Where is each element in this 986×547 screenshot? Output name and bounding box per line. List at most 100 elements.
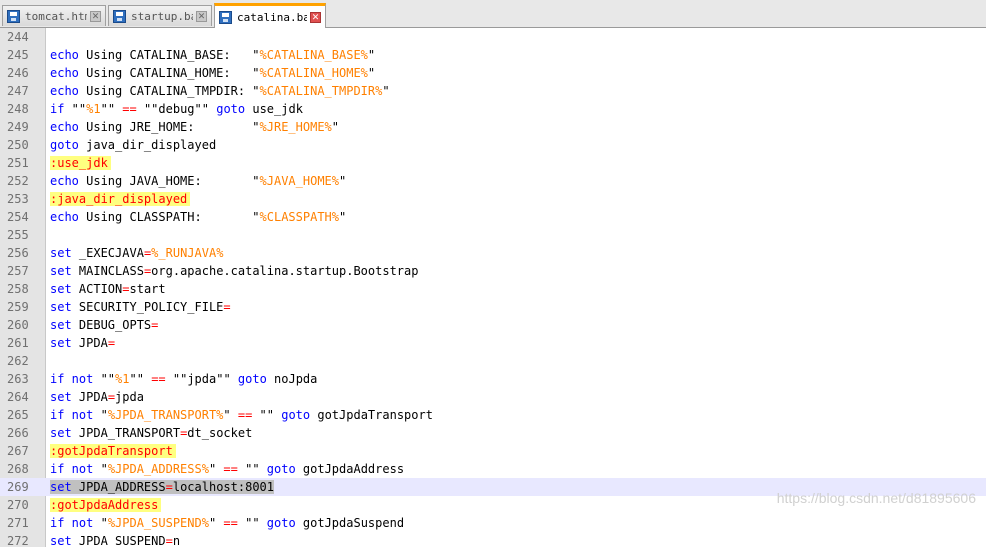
code-line[interactable]: 271 if not "%JPDA_SUSPEND%" == "" goto go…: [0, 514, 986, 532]
code-line[interactable]: 263 if not ""%1"" == ""jpda"" goto noJpda: [0, 370, 986, 388]
code-token: ==: [122, 102, 137, 116]
code-token: :gotJpdaAddress: [50, 498, 162, 512]
code-line[interactable]: 268 if not "%JPDA_ADDRESS%" == "" goto go…: [0, 460, 986, 478]
code-token: Using JAVA_HOME: ": [78, 174, 260, 188]
code-token: ": [93, 516, 108, 530]
code-line[interactable]: 248 if ""%1"" == ""debug"" goto use_jdk: [0, 100, 986, 118]
tab-startup-bat[interactable]: startup.bat ✕: [108, 5, 212, 26]
code-line[interactable]: 261 set JPDA=: [0, 334, 986, 352]
code-token: :gotJpdaTransport: [50, 444, 176, 458]
code-token: %JAVA_HOME%: [259, 174, 340, 188]
code-text: if ""%1"" == ""debug"" goto use_jdk: [50, 100, 303, 118]
tab-label: startup.bat: [131, 9, 193, 23]
code-text: set JPDA_TRANSPORT=dt_socket: [50, 424, 252, 442]
code-token: %JPDA_ADDRESS%: [107, 462, 209, 476]
code-text: set ACTION=start: [50, 280, 166, 298]
code-line[interactable]: 255: [0, 226, 986, 244]
code-token: echo: [50, 120, 79, 134]
code-text: set JPDA=jpda: [50, 388, 144, 406]
code-text: echo Using JRE_HOME: "%JRE_HOME%": [50, 118, 339, 136]
code-line[interactable]: 253:java_dir_displayed: [0, 190, 986, 208]
save-icon: [7, 9, 20, 23]
code-line[interactable]: 258 set ACTION=start: [0, 280, 986, 298]
line-number: 269: [7, 480, 29, 494]
code-token: set: [50, 534, 72, 547]
tab-label: catalina.bat: [237, 10, 307, 24]
close-icon[interactable]: ✕: [196, 10, 207, 22]
code-token: %CATALINA_BASE%: [259, 48, 368, 62]
code-token: set: [50, 390, 72, 404]
code-token: goto: [266, 462, 296, 476]
code-line[interactable]: 250 goto java_dir_displayed: [0, 136, 986, 154]
code-token: =: [223, 300, 231, 314]
code-line[interactable]: 267 :gotJpdaTransport: [0, 442, 986, 460]
code-token: set: [50, 300, 72, 314]
code-token: MAINCLASS: [71, 264, 144, 278]
code-token: %CLASSPATH%: [259, 210, 340, 224]
code-line[interactable]: 246 echo Using CATALINA_HOME: "%CATALINA_…: [0, 64, 986, 82]
code-line[interactable]: 259 set SECURITY_POLICY_FILE=: [0, 298, 986, 316]
code-token: gotJpdaAddress: [295, 462, 405, 476]
line-number: 254: [7, 210, 29, 224]
line-number: 245: [7, 48, 29, 62]
code-token: echo: [50, 48, 79, 62]
code-token: goto: [216, 102, 246, 116]
code-token: ": [339, 210, 347, 224]
code-token: set: [50, 336, 72, 350]
code-line[interactable]: 265 if not "%JPDA_TRANSPORT%" == "" goto …: [0, 406, 986, 424]
code-line[interactable]: 252 echo Using JAVA_HOME: "%JAVA_HOME%": [0, 172, 986, 190]
code-token: Using CATALINA_TMPDIR: ": [78, 84, 260, 98]
code-token: Using CATALINA_BASE: ": [78, 48, 260, 62]
code-token: goto: [50, 138, 79, 152]
code-line[interactable]: 272 set JPDA_SUSPEND=n: [0, 532, 986, 547]
code-token: ""jpda"": [165, 372, 238, 386]
save-icon: [113, 9, 126, 23]
code-token: dt_socket: [187, 426, 253, 440]
code-line[interactable]: 244: [0, 28, 986, 46]
close-icon[interactable]: ✕: [310, 11, 321, 23]
code-text: set _EXECJAVA=%_RUNJAVA%: [50, 244, 223, 262]
code-line[interactable]: 256 set _EXECJAVA=%_RUNJAVA%: [0, 244, 986, 262]
code-token: echo: [50, 210, 79, 224]
code-token: if not: [50, 462, 94, 476]
code-line[interactable]: 245 echo Using CATALINA_BASE: "%CATALINA_…: [0, 46, 986, 64]
code-text: if not ""%1"" == ""jpda"" goto noJpda: [50, 370, 317, 388]
code-line[interactable]: 260 set DEBUG_OPTS=: [0, 316, 986, 334]
close-icon[interactable]: ✕: [90, 10, 101, 22]
code-line[interactable]: 251 :use_jdk: [0, 154, 986, 172]
code-token: set: [50, 246, 72, 260]
code-text: echo Using CATALINA_BASE: "%CATALINA_BAS…: [50, 46, 375, 64]
line-number: 257: [7, 264, 29, 278]
code-line[interactable]: 266 set JPDA_TRANSPORT=dt_socket: [0, 424, 986, 442]
code-text: echo Using JAVA_HOME: "%JAVA_HOME%": [50, 172, 346, 190]
code-line[interactable]: 262: [0, 352, 986, 370]
line-number: 251: [7, 156, 29, 170]
line-number: 268: [7, 462, 29, 476]
code-token: ": [367, 66, 376, 80]
code-text: echo Using CATALINA_HOME: "%CATALINA_HOM…: [50, 64, 375, 82]
code-lines: 244 245 echo Using CATALINA_BASE: "%CATALI…: [0, 28, 986, 547]
code-token: goto: [281, 408, 311, 422]
line-number: 250: [7, 138, 29, 152]
code-editor[interactable]: 244 245 echo Using CATALINA_BASE: "%CATALI…: [0, 28, 986, 547]
code-text: if not "%JPDA_ADDRESS%" == "" goto gotJp…: [50, 460, 404, 478]
code-text: :java_dir_displayed: [50, 190, 191, 208]
code-line[interactable]: 249 echo Using JRE_HOME: "%JRE_HOME%": [0, 118, 986, 136]
code-line[interactable]: 257 set MAINCLASS=org.apache.catalina.sta…: [0, 262, 986, 280]
code-token: ": [93, 462, 108, 476]
line-number: 264: [7, 390, 29, 404]
code-token: echo: [50, 84, 79, 98]
code-token: =: [151, 318, 159, 332]
line-number: 248: [7, 102, 29, 116]
tab-catalina-bat[interactable]: catalina.bat ✕: [214, 3, 326, 28]
code-token: ": [223, 408, 238, 422]
line-number: 267: [7, 444, 29, 458]
code-token: :use_jdk: [50, 156, 111, 170]
code-line[interactable]: 264 set JPDA=jpda: [0, 388, 986, 406]
code-line[interactable]: 247 echo Using CATALINA_TMPDIR: "%CATALIN…: [0, 82, 986, 100]
code-line[interactable]: 254 echo Using CLASSPATH: "%CLASSPATH%": [0, 208, 986, 226]
tab-tomcat-html[interactable]: tomcat.html ✕: [2, 5, 106, 26]
line-number: 244: [7, 30, 29, 44]
tab-label: tomcat.html: [25, 9, 87, 23]
code-token: ""debug"": [136, 102, 217, 116]
